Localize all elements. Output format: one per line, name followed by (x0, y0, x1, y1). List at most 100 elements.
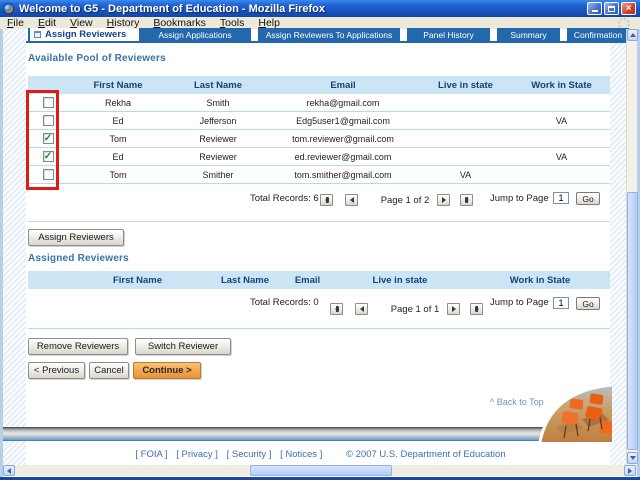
scroll-right-button[interactable] (624, 465, 636, 476)
table-cell: Smith (206, 97, 230, 108)
page-indicator: Page 1 of 2 (380, 195, 430, 206)
prev-page-button[interactable] (355, 303, 368, 315)
first-page-button[interactable] (330, 303, 343, 315)
table-row: Rekha Smith rekha@gmail.com (28, 94, 610, 112)
minimize-button[interactable] (587, 2, 602, 15)
assign-reviewers-button[interactable]: Assign Reviewers (28, 229, 124, 246)
restore-button[interactable] (604, 2, 619, 15)
page-margin-right (610, 29, 626, 465)
tab-label: Assign Reviewers To Applications (265, 29, 393, 40)
switch-reviewer-button[interactable]: Switch Reviewer (135, 338, 231, 355)
table-row: ✓ Ed Reviewer ed.reviewer@gmail.com VA (28, 148, 610, 166)
tab-assign-reviewers-to-applications[interactable]: Assign Reviewers To Applications (258, 28, 400, 41)
table-cell: rekha@gmail.com (306, 97, 380, 108)
tab-icon (34, 31, 41, 38)
first-page-button[interactable] (320, 194, 333, 206)
footer-link-notices[interactable]: [ Notices ] (280, 449, 322, 460)
vertical-scrollbar-thumb[interactable] (627, 192, 638, 450)
table-cell: Tom (109, 169, 127, 180)
table-cell (513, 130, 610, 147)
next-page-icon (441, 197, 446, 203)
tab-underline (26, 41, 629, 43)
go-button[interactable]: Go (576, 192, 600, 205)
pool-heading: Available Pool of Reviewers (28, 53, 166, 64)
table-cell: Ed (112, 115, 124, 126)
pool-pagination: Total Records: 6 Page 1 of 2 Jump to Pag… (28, 184, 610, 221)
tab-summary[interactable]: Summary (497, 28, 560, 41)
table-cell: Smither (202, 169, 234, 180)
scroll-up-button[interactable] (627, 29, 638, 41)
table-cell: Ed (112, 151, 124, 162)
total-records: Total Records: 6 (250, 193, 319, 204)
footer-link-foia[interactable]: [ FOIA ] (135, 449, 167, 460)
close-button[interactable]: × (621, 2, 636, 15)
firefox-icon (3, 3, 14, 14)
left-triangle-icon (334, 306, 339, 312)
footer-link-security[interactable]: [ Security ] (227, 449, 272, 460)
scroll-down-button[interactable] (627, 452, 638, 464)
column-header: Email (330, 79, 356, 91)
cancel-button[interactable]: Cancel (89, 362, 129, 379)
next-page-icon (451, 306, 456, 312)
assigned-heading: Assigned Reviewers (28, 253, 129, 264)
column-header: First Name (93, 79, 143, 91)
next-page-button[interactable] (437, 194, 450, 206)
table-row: ✓ Tom Reviewer tom.reviewer@gmail.com (28, 130, 610, 148)
table-cell: ed.reviewer@gmail.com (294, 151, 392, 162)
tab-assign-reviewers[interactable]: Assign Reviewers (28, 28, 132, 41)
previous-button[interactable]: < Previous (28, 362, 85, 379)
prev-page-icon (359, 306, 364, 312)
up-arrow-icon (629, 33, 636, 37)
table-row: Ed Jefferson Edg5user1@gmail.com VA (28, 112, 610, 130)
go-button[interactable]: Go (576, 297, 600, 310)
jump-page-input[interactable] (553, 297, 569, 309)
pool-table-body: Rekha Smith rekha@gmail.com Ed Jefferson Edg5… (28, 94, 610, 184)
column-header: Last Name (220, 274, 270, 286)
left-arrow-icon (7, 467, 11, 474)
column-header: Work in State (531, 79, 592, 91)
scroll-left-button[interactable] (3, 465, 15, 476)
last-page-button[interactable] (470, 303, 483, 315)
table-cell (418, 130, 513, 147)
footer-link-privacy[interactable]: [ Privacy ] (176, 449, 218, 460)
table-cell: tom.reviewer@gmail.com (292, 133, 394, 144)
page-margin-left (3, 29, 26, 465)
tab-label: Assign Applications (158, 29, 232, 40)
last-page-button[interactable] (460, 194, 473, 206)
remove-reviewers-button[interactable]: Remove Reviewers (28, 338, 128, 355)
tab-panel-history[interactable]: Panel History (407, 28, 490, 41)
menu-file[interactable]: File (0, 17, 31, 29)
vertical-scrollbar[interactable] (626, 29, 638, 465)
tab-label: Assign Reviewers (45, 29, 127, 40)
table-cell: VA (555, 115, 568, 126)
column-header: Email (294, 274, 321, 286)
prev-page-button[interactable] (345, 194, 358, 206)
horizontal-scrollbar-thumb[interactable] (250, 465, 392, 476)
jump-to-page-label: Jump to Page (490, 193, 549, 204)
minimize-icon (591, 10, 598, 12)
jump-page-input[interactable] (553, 192, 569, 204)
tab-label: Panel History (423, 29, 474, 40)
section-divider (28, 328, 610, 329)
tab-confirmation[interactable]: Confirmation (567, 28, 629, 41)
tab-label: Summary (510, 29, 547, 40)
table-row: Tom Smither tom.smither@gmail.com VA (28, 166, 610, 184)
section-divider (28, 221, 610, 222)
browser-window: Welcome to G5 - Department of Education … (0, 0, 640, 480)
table-cell (418, 148, 513, 165)
jump-to-page-label: Jump to Page (490, 297, 549, 308)
table-cell (418, 94, 513, 111)
assigned-pagination: Total Records: 0 Page 1 of 1 Jump to Pag… (28, 289, 610, 328)
next-page-button[interactable] (447, 303, 460, 315)
down-arrow-icon (629, 456, 636, 460)
horizontal-scrollbar[interactable] (3, 465, 637, 476)
column-header (28, 271, 70, 289)
assigned-header-row: First Name Last Name Email Live in state Wor… (28, 271, 610, 289)
table-cell: Rekha (104, 97, 131, 108)
decorative-band (3, 427, 612, 441)
column-header: Last Name (193, 79, 243, 91)
pool-header-row: First Name Last Name Email Live in state Wor… (28, 76, 610, 94)
tab-assign-applications[interactable]: Assign Applications (139, 28, 251, 41)
continue-button[interactable]: Continue > (133, 362, 201, 379)
title-bar[interactable]: Welcome to G5 - Department of Education … (0, 0, 640, 17)
